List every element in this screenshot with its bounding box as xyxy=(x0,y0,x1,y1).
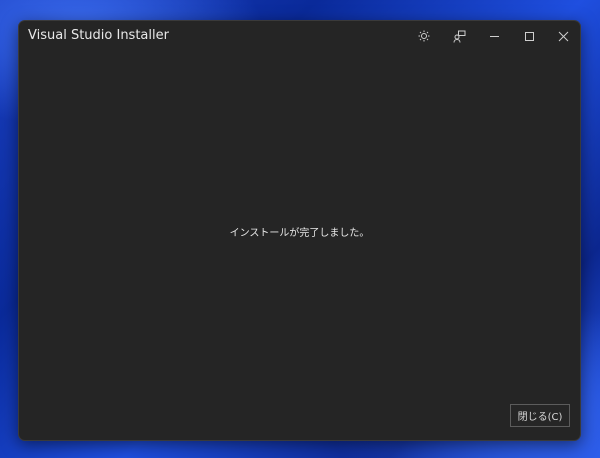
maximize-button[interactable] xyxy=(514,25,544,47)
close-dialog-button[interactable]: 閉じる(C) xyxy=(510,404,570,427)
install-complete-message: インストールが完了しました。 xyxy=(229,228,370,239)
window-title: Visual Studio Installer xyxy=(28,28,169,43)
theme-brightness-icon[interactable] xyxy=(409,25,439,47)
feedback-icon[interactable] xyxy=(444,25,474,47)
close-button[interactable] xyxy=(548,25,578,47)
minimize-button[interactable] xyxy=(479,25,509,47)
installer-window: Visual Studio Installer インストールが完了しました。 閉… xyxy=(18,20,581,441)
